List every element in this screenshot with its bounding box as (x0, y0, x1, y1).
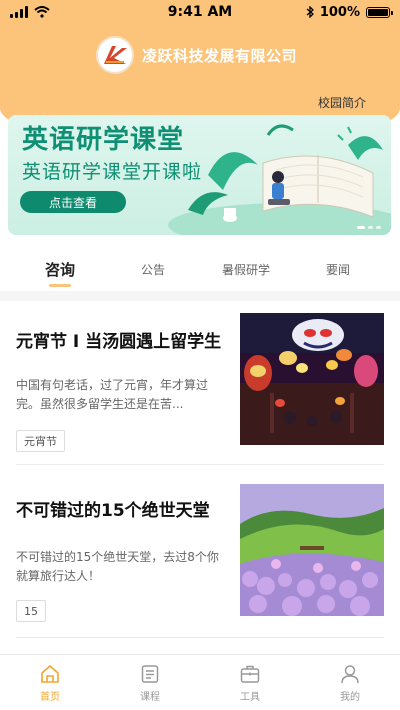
divider (0, 291, 400, 301)
company-logo-icon (96, 36, 134, 74)
tab-news[interactable]: 要闻 (306, 247, 370, 291)
battery-icon (366, 6, 393, 18)
nav-course[interactable]: 课程 (100, 655, 200, 710)
nav-profile[interactable]: 我的 (300, 655, 400, 710)
nav-label: 首页 (40, 691, 60, 703)
tab-summer-study[interactable]: 暑假研学 (186, 247, 306, 291)
tab-label: 公告 (140, 262, 165, 277)
article-summary: 不可错过的15个绝世天堂，去过8个你就算旅行达人！ (16, 550, 219, 583)
lantern-festival-image (240, 313, 384, 445)
banner-title: 英语研学课堂 (22, 125, 185, 155)
landscape-image (240, 484, 384, 616)
article-summary: 中国有句老话，过了元宵，年才算过完。虽然很多留学生还是在苦... (16, 378, 209, 411)
article-tag[interactable]: 15 (16, 600, 46, 622)
tab-consult[interactable]: 咨询 (0, 247, 120, 291)
tab-label: 要闻 (325, 262, 350, 277)
wifi-icon (34, 6, 50, 18)
company-name: 凌跃科技发展有限公司 (142, 46, 298, 65)
tab-label: 咨询 (44, 260, 75, 279)
brand: 凌跃科技发展有限公司 (96, 36, 297, 74)
article-title: 不可错过的15个绝世天堂 (16, 501, 210, 521)
bluetooth-icon (306, 6, 314, 18)
campus-intro-link[interactable]: 校园简介 (318, 94, 366, 111)
nav-tools[interactable]: 工具 (200, 655, 300, 710)
battery-percent: 100% (319, 4, 360, 20)
status-bar: 9:41 AM 100% (0, 0, 400, 24)
promo-banner[interactable]: 英语研学课堂 英语研学课堂开课啦 点击查看 (8, 115, 391, 235)
profile-icon (341, 664, 359, 683)
article-tag[interactable]: 元宵节 (16, 430, 65, 452)
course-icon (141, 664, 159, 683)
signal-icon (10, 6, 28, 18)
tab-notice[interactable]: 公告 (120, 247, 186, 291)
nav-label: 课程 (140, 691, 160, 703)
carousel-indicator[interactable] (357, 226, 381, 229)
bottom-navigation: 首页 课程 工具 我的 (0, 654, 400, 710)
status-time: 9:41 AM (167, 4, 233, 20)
divider (16, 464, 384, 465)
article-card[interactable]: 元宵节 I 当汤圆遇上留学生 中国有句老话，过了元宵，年才算过完。虽然很多留学生… (0, 301, 400, 465)
toolbox-icon (240, 665, 260, 683)
home-icon (41, 664, 59, 683)
active-tab-indicator (49, 284, 71, 287)
tab-label: 暑假研学 (221, 262, 270, 277)
nav-label: 我的 (340, 691, 360, 703)
article-card[interactable]: 不可错过的15个绝世天堂 不可错过的15个绝世天堂，去过8个你就算旅行达人！ 1… (0, 472, 400, 638)
nav-label: 工具 (240, 691, 260, 703)
category-tabs: 咨询 公告 暑假研学 要闻 (0, 247, 400, 291)
banner-subtitle: 英语研学课堂开课啦 (22, 161, 203, 183)
article-title: 元宵节 I 当汤圆遇上留学生 (16, 332, 222, 352)
banner-view-button[interactable]: 点击查看 (20, 191, 126, 213)
nav-home[interactable]: 首页 (0, 655, 100, 710)
divider (16, 637, 384, 638)
